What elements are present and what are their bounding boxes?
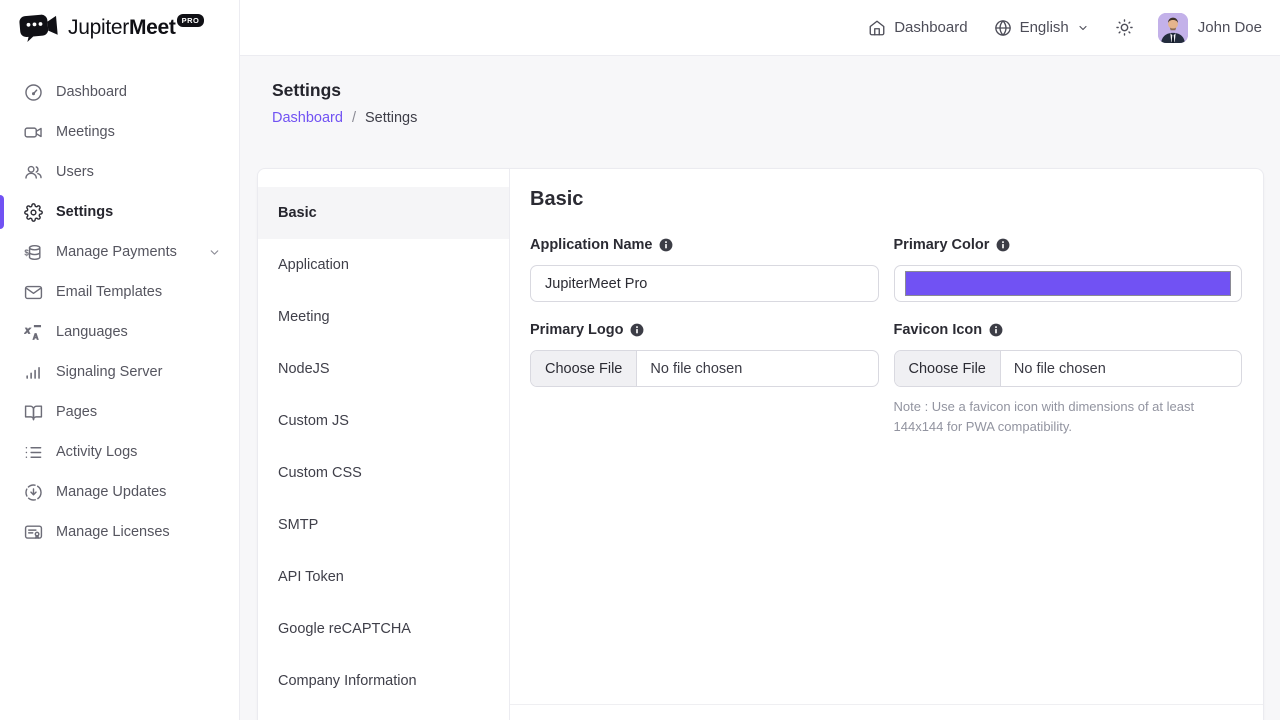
language-selector[interactable]: English [994, 19, 1089, 37]
tab-application[interactable]: Application [258, 239, 509, 291]
settings-card: Basic Application Meeting NodeJS Custom … [257, 168, 1264, 720]
sidebar-item-email-templates[interactable]: Email Templates [0, 272, 239, 312]
chevron-down-icon [1077, 22, 1089, 34]
sidebar-item-signaling-server[interactable]: Signaling Server [0, 352, 239, 392]
home-icon [868, 19, 886, 37]
settings-tab-list: Basic Application Meeting NodeJS Custom … [258, 169, 509, 720]
sidebar-item-pages[interactable]: Pages [0, 392, 239, 432]
application-name-label: Application Name [530, 237, 652, 253]
primary-logo-field-group: Primary Logo Choose File No file chosen [530, 322, 879, 437]
license-certificate-icon [24, 523, 43, 542]
breadcrumb-dashboard-link[interactable]: Dashboard [272, 110, 343, 126]
primary-color-label: Primary Color [894, 237, 990, 253]
svg-text:A: A [33, 332, 39, 341]
sidebar-item-manage-licenses[interactable]: Manage Licenses [0, 512, 239, 552]
chevron-down-icon [208, 246, 221, 259]
gear-icon [24, 203, 43, 222]
sidebar-item-users[interactable]: Users [0, 152, 239, 192]
sidebar-item-manage-payments[interactable]: $ Manage Payments [0, 232, 239, 272]
sidebar-item-dashboard[interactable]: Dashboard [0, 72, 239, 112]
update-download-icon [24, 483, 43, 502]
list-icon [24, 443, 43, 462]
sidebar-item-languages[interactable]: xA Languages [0, 312, 239, 352]
info-icon[interactable] [989, 323, 1003, 337]
primary-logo-label: Primary Logo [530, 322, 623, 338]
file-status: No file chosen [637, 351, 742, 386]
breadcrumb: Dashboard / Settings [272, 110, 1280, 126]
basic-settings-panel: Basic Application Name Primar [509, 169, 1263, 720]
favicon-field-group: Favicon Icon Choose File No file chosen … [894, 322, 1243, 437]
panel-footer: Save [510, 704, 1263, 720]
envelope-icon [24, 283, 43, 302]
application-name-input[interactable] [530, 265, 879, 302]
payments-coins-icon: $ [24, 243, 43, 262]
favicon-note: Note : Use a favicon icon with dimension… [894, 397, 1234, 437]
primary-color-input[interactable] [894, 265, 1243, 302]
signal-bars-icon [24, 363, 43, 382]
sidebar-item-manage-updates[interactable]: Manage Updates [0, 472, 239, 512]
brand-logo[interactable]: JupiterMeet PRO [0, 0, 239, 56]
book-open-icon [24, 403, 43, 422]
main-content: Settings Dashboard / Settings Basic Appl… [240, 56, 1280, 720]
sidebar-item-activity-logs[interactable]: Activity Logs [0, 432, 239, 472]
svg-text:$: $ [24, 248, 29, 257]
favicon-file-input[interactable]: Choose File No file chosen [894, 350, 1243, 387]
tab-custom-js[interactable]: Custom JS [258, 395, 509, 447]
topbar: Dashboard English [240, 0, 1280, 56]
info-icon[interactable] [630, 323, 644, 337]
tab-smtp[interactable]: SMTP [258, 499, 509, 551]
panel-title: Basic [530, 188, 1242, 211]
tab-company-information[interactable]: Company Information [258, 655, 509, 707]
brand-name: JupiterMeet PRO [68, 16, 204, 40]
primary-logo-file-input[interactable]: Choose File No file chosen [530, 350, 879, 387]
dashboard-gauge-icon [24, 83, 43, 102]
tab-custom-css[interactable]: Custom CSS [258, 447, 509, 499]
translate-icon: xA [24, 323, 43, 342]
info-icon[interactable] [996, 238, 1010, 252]
topbar-dashboard-link[interactable]: Dashboard [868, 19, 967, 37]
sidebar-nav: Dashboard Meetings Users Settings $ Mana… [0, 56, 239, 552]
favicon-icon-label: Favicon Icon [894, 322, 983, 338]
breadcrumb-separator: / [352, 110, 356, 126]
tab-basic[interactable]: Basic [258, 187, 509, 239]
brand-camera-icon [18, 12, 60, 44]
theme-toggle[interactable] [1115, 18, 1134, 37]
tab-api-token[interactable]: API Token [258, 551, 509, 603]
sun-icon [1115, 18, 1134, 37]
sidebar: JupiterMeet PRO Dashboard Meetings Users [0, 0, 240, 720]
user-name[interactable]: John Doe [1198, 19, 1262, 36]
sidebar-item-settings[interactable]: Settings [0, 192, 239, 232]
globe-icon [994, 19, 1012, 37]
tab-nodejs[interactable]: NodeJS [258, 343, 509, 395]
video-camera-icon [24, 123, 43, 142]
primary-color-swatch [905, 271, 1232, 296]
avatar[interactable] [1158, 13, 1188, 43]
pro-badge: PRO [177, 14, 205, 27]
info-icon[interactable] [659, 238, 673, 252]
choose-file-button[interactable]: Choose File [895, 351, 1001, 386]
primary-color-field-group: Primary Color [894, 237, 1243, 302]
svg-text:x: x [24, 325, 32, 336]
file-status: No file chosen [1001, 351, 1106, 386]
users-icon [24, 163, 43, 182]
page-title: Settings [272, 80, 1280, 101]
breadcrumb-current: Settings [365, 110, 417, 126]
sidebar-item-meetings[interactable]: Meetings [0, 112, 239, 152]
tab-meeting[interactable]: Meeting [258, 291, 509, 343]
tab-google-recaptcha[interactable]: Google reCAPTCHA [258, 603, 509, 655]
application-name-field-group: Application Name [530, 237, 879, 302]
choose-file-button[interactable]: Choose File [531, 351, 637, 386]
